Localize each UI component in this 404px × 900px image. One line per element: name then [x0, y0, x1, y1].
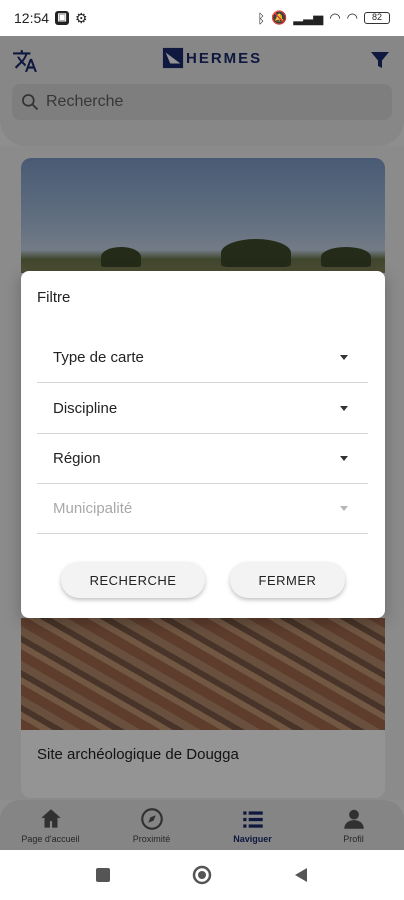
chevron-down-icon — [340, 506, 348, 511]
chevron-down-icon — [340, 406, 348, 411]
map-type-dropdown[interactable]: Type de carte — [37, 333, 368, 383]
chevron-down-icon — [340, 355, 348, 360]
region-label: Région — [53, 450, 101, 467]
municipality-dropdown: Municipalité — [37, 484, 368, 534]
status-time: 12:54 — [14, 10, 50, 26]
settings-icon: ⚙ — [75, 9, 88, 26]
wifi-icon-2: ◠ — [346, 10, 358, 25]
recents-icon[interactable] — [95, 867, 111, 883]
notification-icon: ▣ — [55, 11, 70, 25]
signal-icon: ▂▃▅ — [293, 10, 324, 25]
filter-dialog: Filtre Type de carte Discipline Région M… — [21, 271, 385, 618]
wifi-icon: ◠ — [329, 10, 341, 25]
dialog-title: Filtre — [37, 289, 71, 306]
search-button[interactable]: RECHERCHE — [61, 562, 205, 598]
municipality-label: Municipalité — [53, 500, 133, 517]
bluetooth-icon: ᛒ — [257, 10, 266, 26]
system-nav — [0, 850, 404, 900]
status-bar: 12:54 ▣ ⚙ ᛒ 🔕 ▂▃▅ ◠ ◠ 82 — [0, 0, 404, 36]
home-button-icon[interactable] — [191, 864, 213, 886]
region-dropdown[interactable]: Région — [37, 434, 368, 484]
discipline-label: Discipline — [53, 400, 118, 417]
chevron-down-icon — [340, 456, 348, 461]
battery-icon: 82 — [364, 12, 390, 24]
map-type-label: Type de carte — [53, 349, 144, 366]
close-button[interactable]: FERMER — [230, 562, 345, 598]
mute-icon: 🔕 — [271, 10, 288, 25]
back-icon[interactable] — [293, 867, 309, 883]
discipline-dropdown[interactable]: Discipline — [37, 384, 368, 434]
